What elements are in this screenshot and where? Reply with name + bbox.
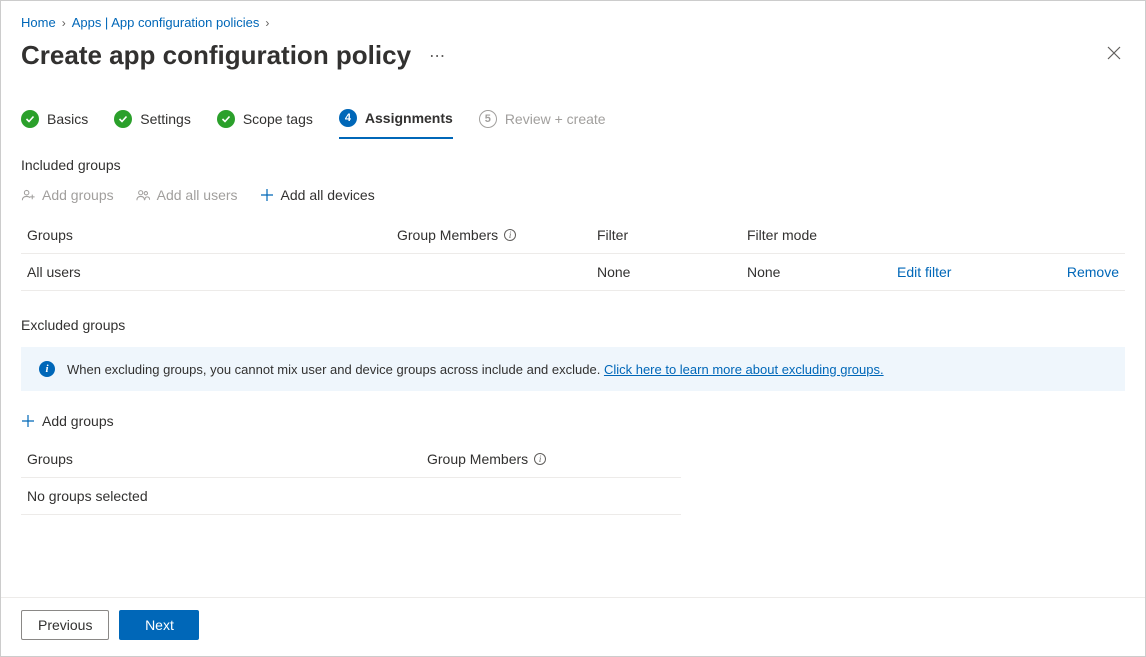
excluded-groups-title: Excluded groups	[21, 317, 1125, 333]
breadcrumb-home[interactable]: Home	[21, 15, 56, 30]
info-icon[interactable]: i	[504, 229, 516, 241]
people-icon	[136, 188, 151, 203]
included-groups-title: Included groups	[21, 157, 1125, 173]
previous-button[interactable]: Previous	[21, 610, 109, 640]
step-review-create[interactable]: 5 Review + create	[479, 110, 606, 138]
wizard-steps: Basics Settings Scope tags 4 Assignments…	[21, 109, 1125, 139]
check-icon	[21, 110, 39, 128]
step-assignments[interactable]: 4 Assignments	[339, 109, 453, 139]
check-icon	[114, 110, 132, 128]
add-all-devices-label: Add all devices	[281, 187, 375, 203]
empty-row-text: No groups selected	[27, 488, 427, 504]
excluded-add-groups-button[interactable]: Add groups	[21, 413, 1125, 429]
page-title: Create app configuration policy	[21, 40, 411, 71]
included-toolbar: Add groups Add all users Add all devices	[21, 187, 1125, 203]
person-add-icon	[21, 188, 36, 203]
info-banner: i When excluding groups, you cannot mix …	[21, 347, 1125, 391]
table-row: All users None None Edit filter Remove	[21, 254, 1125, 291]
step-number-icon: 4	[339, 109, 357, 127]
cell-filter-mode: None	[747, 264, 897, 280]
step-settings[interactable]: Settings	[114, 110, 191, 138]
excluded-groups-table: Groups Group Members i No groups selecte…	[21, 441, 681, 515]
next-button[interactable]: Next	[119, 610, 199, 640]
close-icon[interactable]	[1103, 42, 1125, 69]
remove-link[interactable]: Remove	[1067, 264, 1119, 280]
more-actions-icon[interactable]: ⋯	[429, 46, 446, 66]
add-groups-label: Add groups	[42, 187, 114, 203]
breadcrumb: Home › Apps | App configuration policies…	[21, 15, 1125, 30]
banner-text: When excluding groups, you cannot mix us…	[67, 362, 604, 377]
plus-icon	[21, 414, 36, 429]
chevron-right-icon: ›	[62, 16, 66, 30]
chevron-right-icon: ›	[265, 16, 269, 30]
footer: Previous Next	[1, 597, 1145, 656]
col-groups: Groups	[27, 227, 397, 243]
breadcrumb-apps[interactable]: Apps | App configuration policies	[72, 15, 260, 30]
info-icon: i	[39, 361, 55, 377]
add-all-users-button[interactable]: Add all users	[136, 187, 238, 203]
step-number-icon: 5	[479, 110, 497, 128]
plus-icon	[260, 188, 275, 203]
cell-filter: None	[597, 264, 747, 280]
add-groups-button[interactable]: Add groups	[21, 187, 114, 203]
col-filter-mode: Filter mode	[747, 227, 897, 243]
col-members: Group Members	[397, 227, 498, 243]
excluded-add-groups-label: Add groups	[42, 413, 114, 429]
banner-link[interactable]: Click here to learn more about excluding…	[604, 362, 884, 377]
add-all-users-label: Add all users	[157, 187, 238, 203]
step-scope-tags[interactable]: Scope tags	[217, 110, 313, 138]
info-icon[interactable]: i	[534, 453, 546, 465]
step-basics[interactable]: Basics	[21, 110, 88, 138]
check-icon	[217, 110, 235, 128]
col-groups: Groups	[27, 451, 427, 467]
edit-filter-link[interactable]: Edit filter	[897, 264, 951, 280]
included-groups-table: Groups Group Members i Filter Filter mod…	[21, 217, 1125, 291]
cell-group: All users	[27, 264, 397, 280]
add-all-devices-button[interactable]: Add all devices	[260, 187, 375, 203]
col-members: Group Members	[427, 451, 528, 467]
col-filter: Filter	[597, 227, 747, 243]
